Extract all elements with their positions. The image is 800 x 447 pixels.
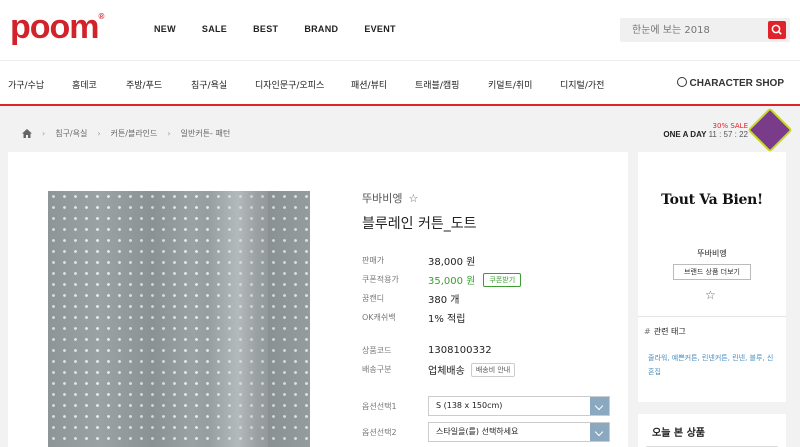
price-value: 38,000 원	[428, 257, 476, 268]
recently-viewed: 오늘 본 상품	[638, 414, 786, 447]
category-digital[interactable]: 디지털/가전	[560, 78, 604, 91]
product-brand: 뚜바비엥 ☆	[362, 190, 622, 206]
one-a-day-label: ONE A DAY 11 : 57 : 22	[663, 130, 748, 139]
poom-logo[interactable]: poom®	[10, 8, 105, 47]
product-code-row: 상품코드 1308100332	[362, 341, 622, 360]
option-select-1[interactable]: S (138 x 150cm)	[428, 396, 610, 416]
option-row-1: 옵션선택1 S (138 x 150cm)	[362, 393, 622, 419]
category-bar: 가구/수납 홈데코 주방/푸드 침구/욕실 디자인문구/오피스 패션/뷰티 트래…	[0, 60, 800, 106]
breadcrumb-item[interactable]: 커튼/블라인드	[111, 128, 158, 139]
shipping-info-button[interactable]: 배송비 안내	[470, 362, 516, 377]
related-tags[interactable]: 줄라워, 예쁜커튼, 린넨커튼, 린넨, 블루, 신혼집	[648, 351, 778, 379]
candy-value: 380 개	[428, 295, 460, 306]
cashback-value: 1% 적립	[428, 314, 466, 325]
price-row: 판매가 38,000 원	[362, 251, 622, 270]
product-image[interactable]	[48, 191, 310, 447]
product-panel: 뚜바비엥 ☆ 블루레인 커튼_도트 판매가 38,000 원 쿠폰적용가 35,0…	[8, 152, 628, 447]
brand-name[interactable]: 뚜바비엥	[362, 192, 402, 205]
top-nav: NEW SALE BEST BRAND EVENT	[154, 24, 422, 34]
search-input[interactable]	[620, 18, 760, 43]
category-stationery[interactable]: 디자인문구/오피스	[255, 78, 324, 91]
product-title: 블루레인 커튼_도트	[362, 216, 477, 232]
nav-best[interactable]: BEST	[253, 24, 278, 34]
category-homedeco[interactable]: 홈데코	[72, 78, 97, 91]
option-select-2-value: 스타일을(를) 선택하세요	[436, 427, 519, 436]
brand-logo[interactable]: Tout Va Bien!	[638, 192, 786, 208]
brand-sidebar: Tout Va Bien! 뚜바비엥 브랜드 상품 더보기 ☆ # 관련 태그 줄…	[638, 152, 786, 402]
category-hobby[interactable]: 키덜트/취미	[488, 78, 532, 91]
product-info: 뚜바비엥 ☆ 블루레인 커튼_도트 판매가 38,000 원 쿠폰적용가 35,0…	[362, 190, 622, 445]
character-shop-link[interactable]: CHARACTER SHOP	[676, 77, 784, 89]
option-label-1: 옵션선택1	[362, 401, 397, 411]
shipping-value: 업체배송	[428, 366, 465, 377]
breadcrumb-item[interactable]: 침구/욕실	[55, 128, 87, 139]
nav-event[interactable]: EVENT	[364, 24, 396, 34]
one-a-day-badge-icon[interactable]	[747, 107, 793, 153]
divider	[638, 316, 786, 317]
star-outline-icon[interactable]: ☆	[705, 288, 716, 302]
logo-text: poom	[10, 8, 100, 46]
candy-row: 꿈캔디 380 개	[362, 289, 622, 308]
nav-sale[interactable]: SALE	[202, 24, 227, 34]
search-icon	[771, 24, 782, 35]
option-label-2: 옵션선택2	[362, 427, 397, 437]
related-tags-title: # 관련 태그	[644, 327, 686, 336]
cashback-row: OK캐쉬백 1% 적립	[362, 308, 622, 327]
get-coupon-button[interactable]: 쿠폰받기	[483, 272, 522, 287]
product-code-value: 1308100332	[428, 345, 492, 356]
recently-viewed-title: 오늘 본 상품	[652, 428, 705, 439]
category-fashion[interactable]: 패션/뷰티	[351, 78, 387, 91]
option-row-2: 옵션선택2 스타일을(를) 선택하세요	[362, 419, 622, 445]
category-furniture[interactable]: 가구/수납	[8, 78, 44, 91]
category-bedding[interactable]: 침구/욕실	[191, 78, 227, 91]
nav-new[interactable]: NEW	[154, 24, 176, 34]
candy-label: 꿈캔디	[362, 294, 385, 303]
category-kitchen[interactable]: 주방/푸드	[126, 78, 162, 91]
coupon-price-row: 쿠폰적용가 35,000 원 쿠폰받기	[362, 270, 622, 289]
chevron-right-icon: ›	[97, 129, 101, 138]
cashback-label: OK캐쉬백	[362, 313, 396, 322]
smile-icon	[676, 77, 687, 87]
breadcrumb: › 침구/욕실 › 커튼/블라인드 › 일반커튼- 패턴	[22, 128, 230, 139]
chevron-down-icon[interactable]	[590, 423, 609, 441]
coupon-price-label: 쿠폰적용가	[362, 275, 399, 284]
shipping-row: 배송구분 업체배송 배송비 안내	[362, 360, 622, 379]
price-rows: 판매가 38,000 원 쿠폰적용가 35,000 원 쿠폰받기 꿈캔디 380…	[362, 251, 622, 445]
home-icon[interactable]	[22, 129, 32, 138]
star-outline-icon[interactable]: ☆	[408, 192, 418, 205]
logo-mark: ®	[98, 12, 105, 21]
product-code-label: 상품코드	[362, 346, 392, 355]
coupon-price-value: 35,000 원	[428, 276, 476, 287]
chevron-right-icon: ›	[167, 129, 171, 138]
top-header: poom® NEW SALE BEST BRAND EVENT	[0, 0, 800, 60]
brand-more-button[interactable]: 브랜드 상품 더보기	[673, 264, 751, 280]
chevron-right-icon: ›	[42, 129, 46, 138]
nav-brand[interactable]: BRAND	[304, 24, 338, 34]
option-select-2[interactable]: 스타일을(를) 선택하세요	[428, 422, 610, 442]
sidebar-brand-name: 뚜바비엥	[697, 249, 727, 258]
category-travel[interactable]: 트래블/캠핑	[415, 78, 459, 91]
chevron-down-icon[interactable]	[590, 397, 609, 415]
search-button[interactable]	[768, 21, 786, 39]
search-box	[620, 18, 790, 43]
countdown-timer: 11 : 57 : 22	[708, 130, 748, 139]
price-label: 판매가	[362, 256, 385, 265]
one-a-day-sale: 30% SALE	[712, 122, 748, 130]
option-select-1-value: S (138 x 150cm)	[436, 401, 503, 410]
shipping-label: 배송구분	[362, 365, 392, 374]
breadcrumb-item[interactable]: 일반커튼- 패턴	[181, 128, 231, 139]
character-shop-label: CHARACTER SHOP	[689, 78, 784, 89]
one-a-day-promo[interactable]: 30% SALE ONE A DAY 11 : 57 : 22	[663, 122, 748, 139]
hash-icon: #	[644, 327, 651, 336]
